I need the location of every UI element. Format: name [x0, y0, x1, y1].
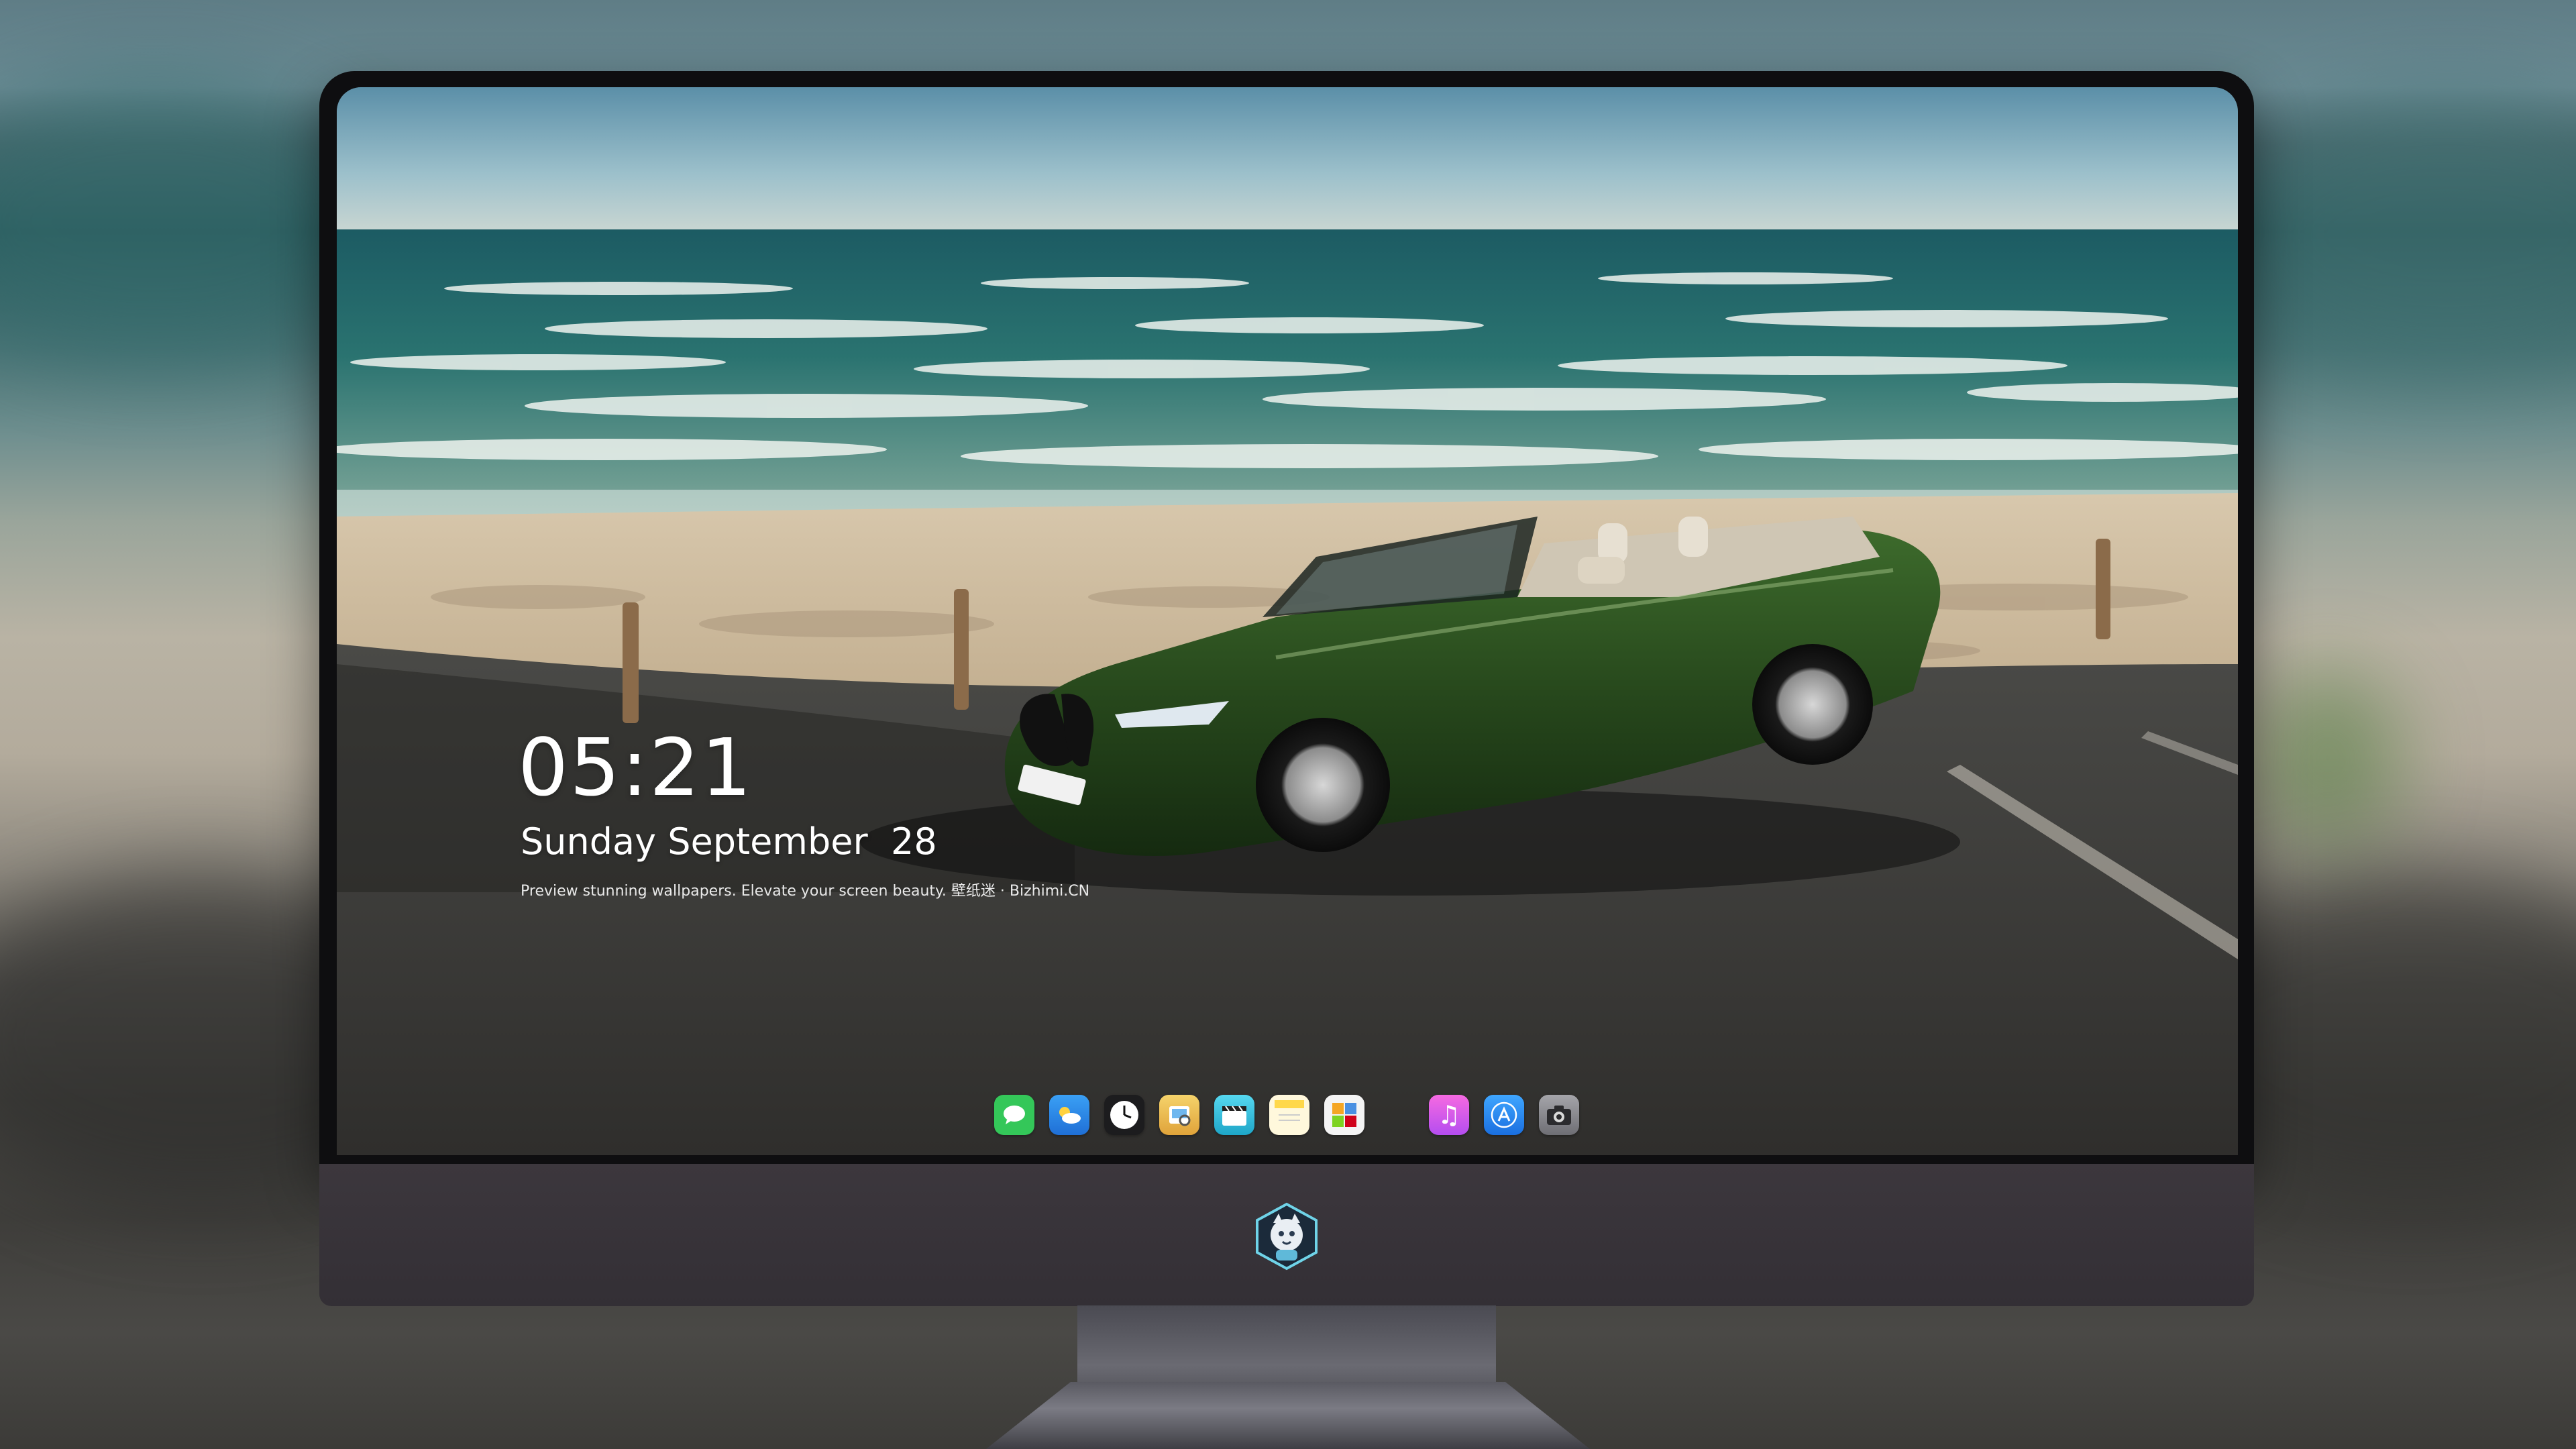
lock-screen-time: 05:21	[518, 721, 753, 814]
clips-icon[interactable]	[1214, 1095, 1254, 1135]
wallpaper-caption: Preview stunning wallpapers. Elevate you…	[521, 883, 1090, 900]
screen: 05:21 Sunday September 28 Preview stunni…	[337, 87, 2238, 1155]
weather-icon[interactable]	[1049, 1095, 1089, 1135]
preview-icon[interactable]	[1159, 1095, 1199, 1135]
messages-icon[interactable]	[994, 1095, 1034, 1135]
lock-screen-date: Sunday September 28	[521, 820, 937, 863]
app-store-icon[interactable]	[1484, 1095, 1524, 1135]
dock: ♫	[994, 1093, 1594, 1136]
itunes-icon[interactable]: ♫	[1429, 1095, 1469, 1135]
mascot-logo-icon	[1252, 1201, 1322, 1271]
wallpaper-scene	[337, 87, 2238, 1155]
camera-icon[interactable]	[1539, 1095, 1579, 1135]
monitor-stand-base	[986, 1382, 1590, 1449]
photo-booth-icon[interactable]	[1324, 1095, 1364, 1135]
notes-icon[interactable]	[1269, 1095, 1309, 1135]
clock-icon[interactable]	[1104, 1095, 1144, 1135]
